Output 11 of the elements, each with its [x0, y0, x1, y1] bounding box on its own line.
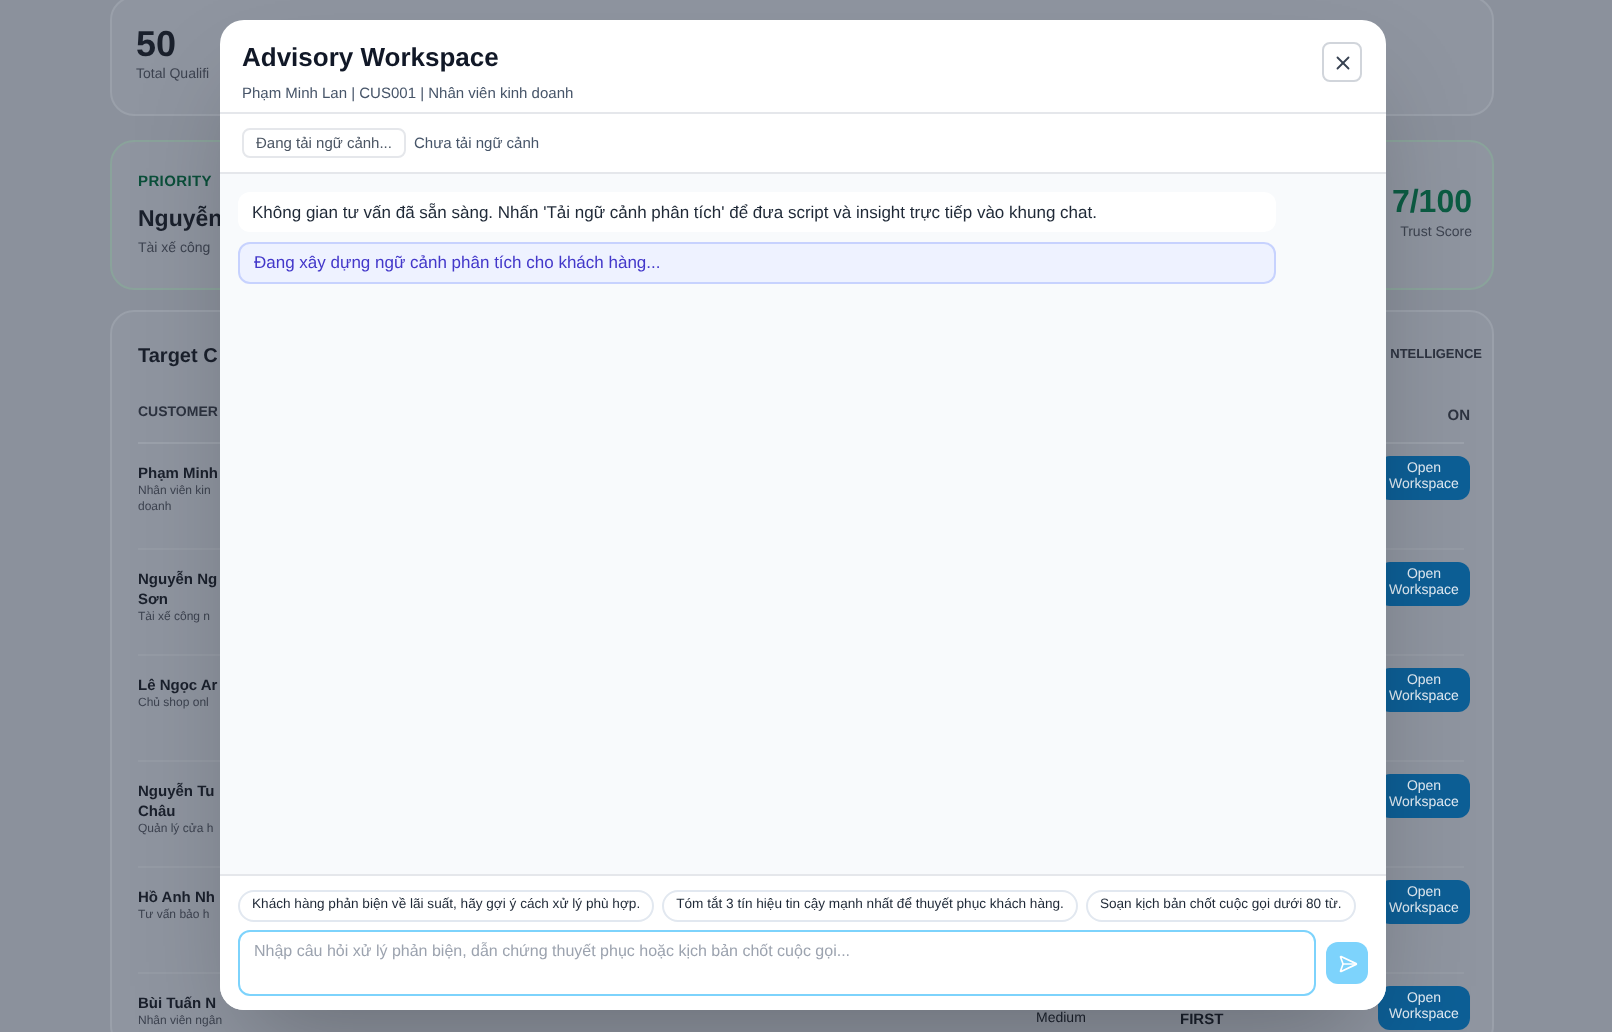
close-button[interactable] — [1322, 42, 1362, 82]
chat-message: Đang xây dựng ngữ cảnh phân tích cho khách hàng... — [238, 242, 1276, 284]
modal-title: Advisory Workspace — [242, 42, 499, 74]
stat-value: 50 — [136, 22, 177, 66]
close-icon — [1331, 51, 1353, 73]
chat-message: Không gian tư vấn đã sẵn sàng. Nhấn 'Tải ngữ cảnh phân tích' để đưa script và insight trực tiếp vào khung chat. — [238, 192, 1276, 232]
send-icon — [1337, 953, 1357, 973]
message-input[interactable]: Nhập câu hỏi xử lý phản biện, dẫn chứng thuyết phục hoặc kịch bản chốt cuộc gọi... — [238, 930, 1316, 996]
table-title: Target C — [138, 343, 218, 371]
trust-score: 7/100 — [1391, 184, 1472, 225]
priority-name: Nguyễn — [138, 204, 223, 237]
